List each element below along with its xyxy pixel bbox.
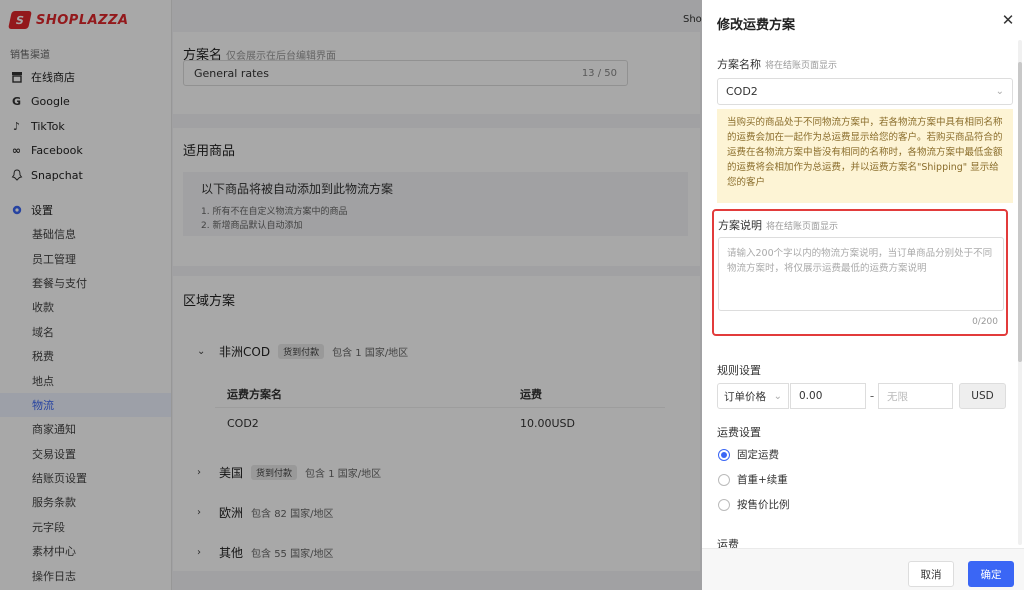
description-label: 方案说明 将在结账页面显示: [718, 217, 838, 233]
edit-rate-drawer: 修改运费方案 ✕ 方案名称 将在结账页面显示 COD2 ⌄ 当购买的商品处于不同物…: [702, 0, 1024, 590]
merge-warning: 当购买的商品处于不同物流方案中，若各物流方案中具有相同名称的运费会加在一起作为总…: [717, 109, 1013, 203]
drawer-scrollbar[interactable]: [1018, 40, 1022, 545]
rate-name-hint: 将在结账页面显示: [765, 61, 838, 71]
rule-range-dash: -: [869, 389, 875, 403]
radio-icon[interactable]: [718, 473, 730, 486]
cancel-button[interactable]: 取消: [908, 561, 954, 587]
rate-name-label: 方案名称 将在结账页面显示: [717, 56, 837, 72]
chevron-down-icon: ⌄: [995, 86, 1004, 97]
rule-type-select[interactable]: 订单价格 ⌄: [717, 383, 789, 409]
rate-name-select[interactable]: COD2 ⌄: [717, 78, 1013, 105]
radio-icon[interactable]: [718, 498, 730, 511]
description-hint: 将在结账页面显示: [766, 222, 839, 232]
drawer-scrollbar-thumb[interactable]: [1018, 62, 1022, 362]
fee-option-label: 固定运费: [737, 449, 779, 461]
rate-name-label-text: 方案名称: [717, 58, 761, 71]
rate-name-value: COD2: [726, 85, 758, 98]
radio-checked-icon[interactable]: [718, 448, 730, 461]
chevron-down-icon: ⌄: [773, 390, 782, 402]
description-count: 0/200: [972, 317, 998, 327]
drawer-footer: 取消 确定: [702, 548, 1024, 590]
modal-overlay[interactable]: [0, 0, 702, 590]
fee-option-label: 首重+续重: [737, 474, 788, 486]
rule-currency-unit: USD: [959, 383, 1006, 409]
fee-option-price-ratio[interactable]: 按售价比例: [718, 497, 790, 512]
drawer-title: 修改运费方案: [717, 18, 796, 33]
rule-row: 订单价格 ⌄ 0.00 - 无限 USD: [717, 383, 1006, 409]
fee-option-weight[interactable]: 首重+续重: [718, 472, 788, 487]
rule-type-value: 订单价格: [724, 390, 766, 403]
rule-min-input[interactable]: 0.00: [790, 383, 866, 409]
confirm-button[interactable]: 确定: [968, 561, 1014, 587]
description-highlight: 方案说明 将在结账页面显示 请输入200个字以内的物流方案说明，当订单商品分别处于…: [712, 209, 1008, 336]
fee-option-label: 按售价比例: [737, 499, 790, 511]
rules-label: 规则设置: [717, 364, 761, 377]
fee-setting-label: 运费设置: [717, 426, 761, 439]
close-icon[interactable]: ✕: [1000, 12, 1016, 28]
fee-option-fixed[interactable]: 固定运费: [718, 447, 779, 462]
description-textarea[interactable]: 请输入200个字以内的物流方案说明，当订单商品分别处于不同物流方案时，将仅展示运…: [718, 237, 1004, 311]
description-label-text: 方案说明: [718, 219, 762, 232]
rule-max-input[interactable]: 无限: [878, 383, 953, 409]
